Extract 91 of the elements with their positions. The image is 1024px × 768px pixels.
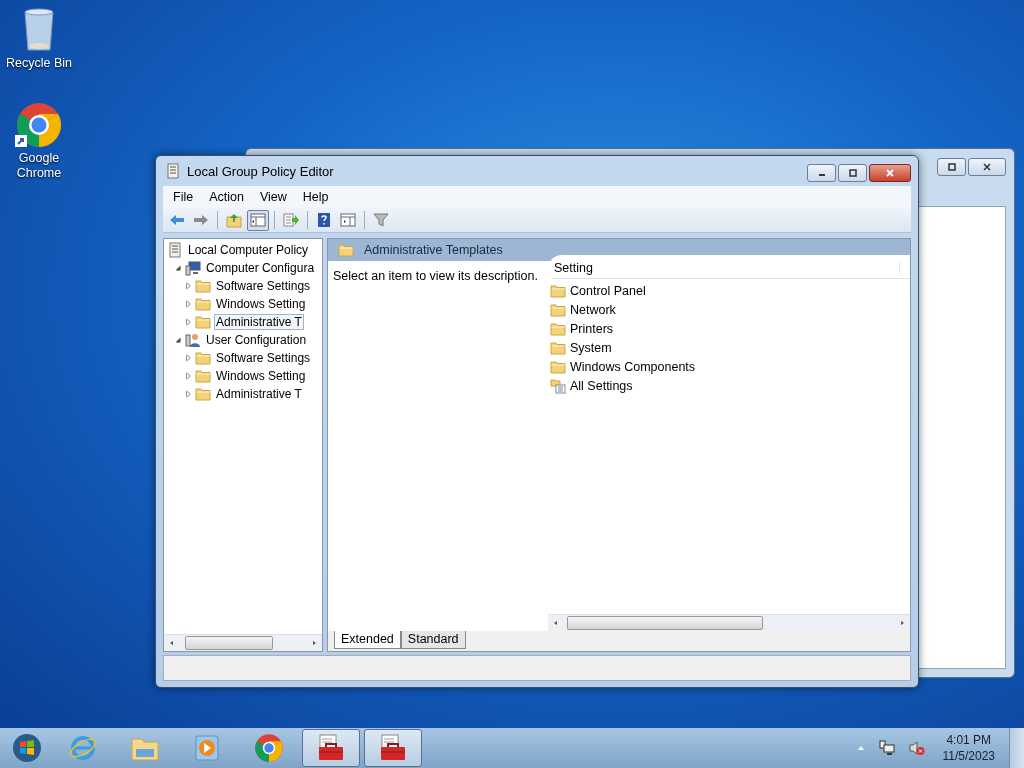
expand-arrow-icon[interactable] (183, 353, 192, 363)
scroll-right-icon[interactable] (310, 639, 318, 647)
toolbox-icon (378, 733, 408, 763)
maximize-button[interactable] (838, 164, 867, 182)
list-item[interactable]: Printers (570, 321, 614, 336)
toolbox-icon (316, 733, 346, 763)
scroll-left-icon[interactable] (168, 639, 176, 647)
folder-icon (195, 314, 211, 330)
tree-item[interactable]: Local Computer Policy (186, 242, 311, 258)
muted-speaker-icon[interactable] (908, 740, 925, 756)
shortcut-arrow-icon (15, 135, 27, 147)
horizontal-scrollbar[interactable] (164, 634, 322, 651)
close-button[interactable] (968, 158, 1006, 176)
folder-icon (195, 368, 211, 384)
tree-item[interactable]: Software Settings (214, 278, 313, 294)
panel-view-icon (340, 212, 356, 228)
users-icon (185, 332, 201, 348)
media-player-icon (192, 733, 222, 763)
menu-item[interactable]: Help (294, 190, 337, 204)
taskbar-button[interactable] (364, 729, 422, 767)
folder-icon (195, 386, 211, 402)
tree-item[interactable]: Administrative T (214, 314, 304, 330)
desktop-icon-label[interactable]: Google Chrome (4, 151, 74, 181)
list-item[interactable]: Network (570, 302, 616, 317)
folder-icon (550, 358, 566, 375)
policy-document-icon (165, 163, 181, 179)
show-desktop-button[interactable] (1009, 728, 1024, 768)
folder-icon (195, 296, 211, 312)
collapse-arrow-icon[interactable] (173, 335, 182, 345)
browser-e-icon (68, 733, 98, 763)
tree-item[interactable]: Administrative T (214, 386, 304, 402)
filter-icon (373, 212, 389, 228)
folder-icon (195, 350, 211, 366)
list-item[interactable]: All Settings (570, 378, 633, 393)
folder-icon (550, 320, 566, 337)
menu-item[interactable]: File (165, 190, 202, 204)
expand-arrow-icon[interactable] (183, 299, 192, 309)
maximize-icon (848, 169, 857, 177)
view-tab[interactable]: Extended (334, 631, 401, 649)
computer-icon (185, 260, 201, 276)
expand-arrow-icon[interactable] (183, 371, 192, 381)
chrome-icon (15, 101, 63, 149)
expand-arrow-icon[interactable] (183, 317, 192, 327)
folder-icon (550, 339, 566, 356)
folder-up-icon (226, 212, 242, 228)
clock-date[interactable]: 11/5/2023 (942, 748, 995, 764)
toolbar-button[interactable] (247, 209, 269, 231)
view-tab[interactable]: Standard (400, 631, 466, 649)
list-item[interactable]: System (570, 340, 612, 355)
chrome-icon (254, 733, 284, 763)
help-icon (316, 212, 332, 228)
expand-arrow-icon[interactable] (183, 281, 192, 291)
tree-item[interactable]: Windows Setting (214, 296, 308, 312)
menu-item[interactable]: View (251, 190, 295, 204)
network-icon[interactable] (878, 740, 895, 756)
folder-icon (550, 282, 566, 299)
list-item[interactable]: Control Panel (570, 283, 646, 298)
chrome-shortcut-icon[interactable] (15, 101, 63, 149)
menu-item[interactable]: Action (201, 190, 252, 204)
back-arrow-icon (169, 212, 185, 228)
tree-item[interactable]: Computer Configura (204, 260, 317, 276)
folder-icon (195, 278, 211, 294)
scroll-right-icon[interactable] (898, 619, 906, 627)
list-item[interactable]: Windows Components (570, 359, 696, 374)
maximize-button[interactable] (937, 158, 966, 176)
close-button[interactable] (869, 164, 911, 182)
scroll-left-icon[interactable] (552, 619, 560, 627)
show-hidden-icons-icon[interactable] (856, 744, 865, 752)
taskbar-button[interactable] (302, 729, 360, 767)
tree-item[interactable]: Software Settings (214, 350, 313, 366)
details-title: Administrative Templates (364, 243, 503, 257)
description-text: Select an item to view its description. (333, 269, 538, 283)
close-icon (983, 163, 991, 171)
expand-arrow-icon[interactable] (183, 389, 192, 399)
policy-document-icon (167, 242, 183, 258)
forward-arrow-icon (193, 212, 209, 228)
maximize-icon (947, 163, 956, 171)
horizontal-scrollbar[interactable] (548, 614, 910, 631)
folder-icon (550, 301, 566, 318)
folder-icon (338, 242, 354, 258)
minimize-button[interactable] (807, 164, 836, 182)
export-list-icon (283, 212, 299, 228)
tree-item[interactable]: User Configuration (204, 332, 309, 348)
column-header[interactable]: Setting (552, 261, 900, 275)
collapse-arrow-icon[interactable] (173, 263, 182, 273)
console-tree-icon (250, 212, 266, 228)
close-icon (886, 169, 894, 177)
window-title: Local Group Policy Editor (187, 163, 334, 179)
desktop-icon-label[interactable]: Recycle Bin (4, 56, 74, 71)
tree-item[interactable]: Windows Setting (214, 368, 308, 384)
clock-time[interactable]: 4:01 PM (946, 732, 992, 748)
